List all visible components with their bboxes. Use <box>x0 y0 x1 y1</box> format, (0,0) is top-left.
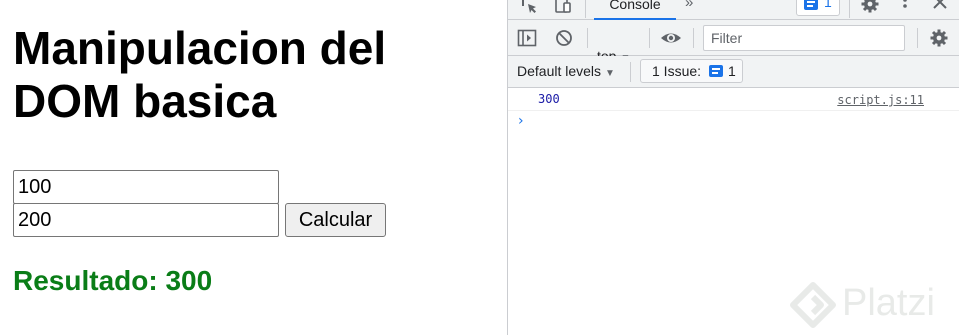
toolbar-divider <box>587 28 588 48</box>
default-levels-label: Default levels <box>517 63 602 79</box>
console-toolbar: top▼ <box>508 20 959 64</box>
toolbar-divider <box>917 28 918 48</box>
filter-input[interactable] <box>703 25 905 51</box>
toolbar-divider <box>693 28 694 48</box>
close-icon[interactable] <box>932 0 948 16</box>
platzi-watermark: Platzi <box>790 278 950 328</box>
issues-button-count: 1 <box>728 63 736 79</box>
console-settings-gear-icon[interactable] <box>929 28 949 52</box>
more-tabs-button[interactable]: » <box>685 0 693 11</box>
settings-gear-icon[interactable] <box>860 0 880 18</box>
number-input-1[interactable] <box>13 170 279 204</box>
inspect-icon[interactable] <box>519 0 539 19</box>
default-levels-dropdown[interactable]: Default levels ▼ <box>517 63 615 79</box>
log-source-link[interactable]: script.js:11 <box>837 93 924 107</box>
webpage-content: Manipulacion del DOM basica Calcular Res… <box>0 0 507 335</box>
toolbar-divider <box>630 62 631 82</box>
toolbar-divider <box>649 28 650 48</box>
toolbar-divider <box>849 0 850 18</box>
console-log-entry: 300 script.js:11 <box>508 88 959 111</box>
eye-icon[interactable] <box>660 28 682 52</box>
console-prompt-chevron[interactable]: › <box>518 113 524 129</box>
log-value: 300 <box>538 92 560 106</box>
issues-counter-badge[interactable]: 1 <box>796 0 840 16</box>
kebab-menu-icon[interactable] <box>901 0 909 20</box>
number-input-2[interactable] <box>13 203 279 237</box>
issues-button[interactable]: 1 Issue: 1 <box>640 59 743 83</box>
device-toggle-icon[interactable] <box>553 0 573 19</box>
calculate-button[interactable]: Calcular <box>285 203 386 237</box>
devtools-tab-bar: Console » 1 <box>508 0 959 20</box>
issues-count: 1 <box>824 0 832 10</box>
issues-button-label: 1 Issue: <box>652 63 702 79</box>
page-title: Manipulacion del DOM basica <box>13 22 387 127</box>
sidebar-toggle-icon[interactable] <box>517 28 537 52</box>
toolbar-divider <box>585 0 586 18</box>
console-levels-bar: Default levels ▼ 1 Issue: 1 <box>508 56 959 88</box>
tab-console[interactable]: Console <box>594 0 676 20</box>
message-icon <box>709 65 723 77</box>
platzi-logo <box>790 282 836 332</box>
clear-console-icon[interactable] <box>554 28 574 52</box>
watermark-text: Platzi <box>842 282 935 324</box>
result-text: Resultado: 300 <box>13 265 213 296</box>
dropdown-arrow-icon: ▼ <box>605 68 615 79</box>
message-icon <box>804 0 818 10</box>
